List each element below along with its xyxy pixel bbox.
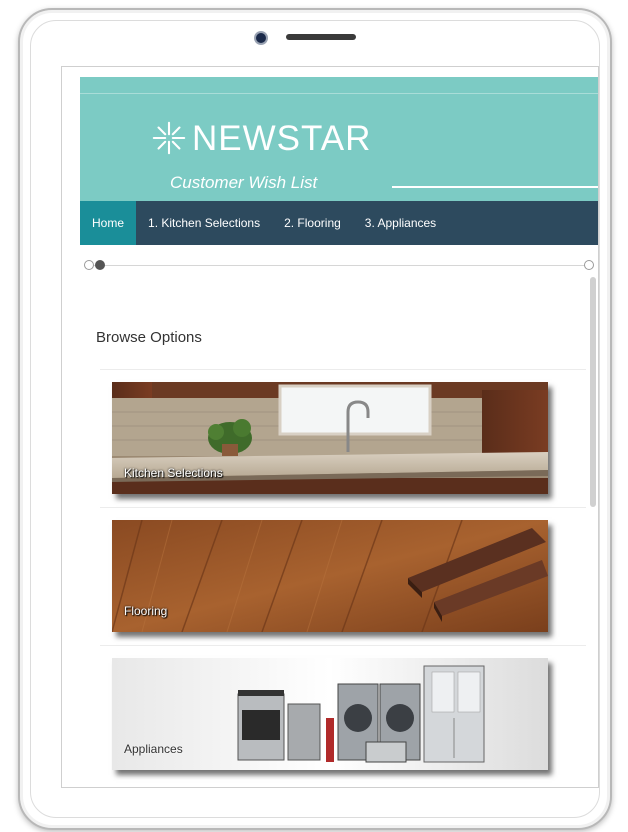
appliances-photo[interactable]: Appliances [112,658,548,770]
site-logo[interactable]: NEWSTAR [150,119,371,157]
brand-name: NEWSTAR [192,118,372,158]
option-card-flooring[interactable]: Flooring [100,507,586,646]
option-card-kitchen[interactable]: Kitchen Selections [100,369,586,508]
progress-handle[interactable] [95,260,105,270]
header-divider [80,93,598,94]
nav-item-flooring[interactable]: 2. Flooring [272,201,353,245]
kitchen-photo[interactable]: Kitchen Selections [112,382,548,494]
wood-floor-photo[interactable]: Flooring [112,520,548,632]
card-label-kitchen: Kitchen Selections [124,466,223,480]
nav-item-home[interactable]: Home [80,201,137,245]
option-card-appliances[interactable]: Appliances [100,645,586,784]
card-label-appliances: Appliances [124,742,183,756]
tablet-screen: NEWSTAR Customer Wish List Home 1. Kitch… [61,66,599,788]
brand-tagline: Customer Wish List [170,173,318,192]
nav-item-appliances[interactable]: 3. Appliances [353,201,448,245]
main-nav: Home 1. Kitchen Selections 2. Flooring 3… [80,201,598,245]
browse-heading: Browse Options [96,329,202,346]
card-label-flooring: Flooring [124,604,168,618]
nav-item-kitchen-selections[interactable]: 1. Kitchen Selections [136,201,272,245]
progress-track [86,265,586,266]
progress-end-dot[interactable] [584,260,594,270]
camera-icon [254,31,268,45]
progress-start-dot[interactable] [84,260,94,270]
newstar-logo-icon [152,121,186,155]
tagline-underline [392,186,598,188]
site-header: NEWSTAR Customer Wish List [80,77,598,201]
tablet-frame: NEWSTAR Customer Wish List Home 1. Kitch… [18,8,612,830]
speaker-icon [286,34,356,40]
scrollbar-thumb[interactable] [590,277,596,507]
